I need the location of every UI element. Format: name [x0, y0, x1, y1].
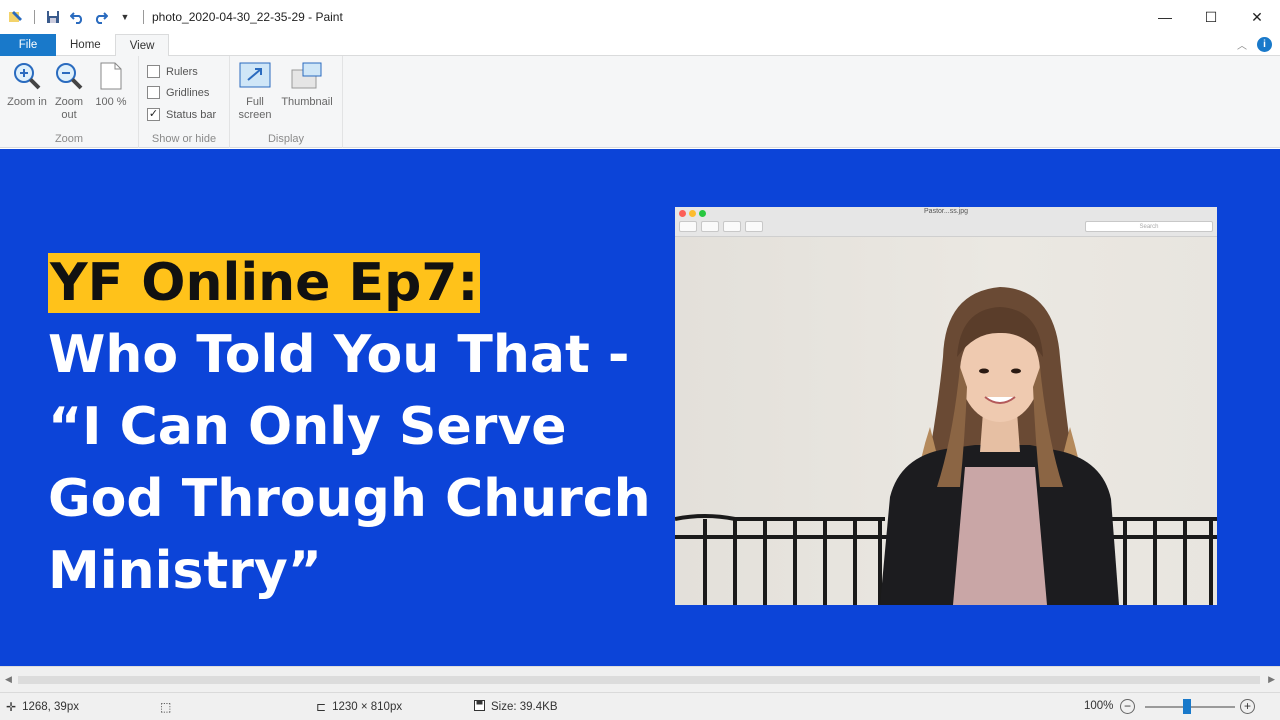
display-group-label: Display — [267, 133, 305, 145]
scroll-right-icon[interactable]: ▶ — [1268, 674, 1275, 685]
zoom-out-button[interactable]: Zoom out — [48, 60, 90, 122]
headline-line-1: YF Online Ep7: — [48, 247, 651, 319]
embedded-photo: Pastor...ss.jpg Search — [675, 207, 1217, 605]
toolbar-separator — [143, 10, 144, 24]
image-dimensions: ⊏ 1230 × 810px — [316, 700, 402, 714]
minimize-button[interactable]: — — [1142, 0, 1188, 34]
status-bar-checkbox[interactable]: ✓ — [147, 108, 160, 121]
customize-dropdown-icon[interactable]: ▼ — [117, 9, 133, 25]
tab-view[interactable]: View — [114, 34, 170, 57]
zoom-in-icon — [11, 60, 43, 92]
zoom-100-button[interactable]: 100 % — [90, 60, 132, 109]
zoom-group: Zoom in Zoom out 100 % Zoom — [0, 56, 139, 148]
page-icon — [95, 60, 127, 92]
quick-access-toolbar: ▼ — [0, 0, 146, 34]
save-icon[interactable] — [45, 9, 61, 25]
rulers-checkbox[interactable] — [147, 65, 160, 78]
file-size-value: Size: 39.4KB — [491, 701, 558, 713]
ribbon-panel: Zoom in Zoom out 100 % Zoom Rulers Gridl… — [0, 56, 1280, 148]
headline-line-2: Who Told You That - — [48, 325, 630, 385]
paint-canvas[interactable]: YF Online Ep7: Who Told You That - “I Ca… — [0, 149, 1280, 666]
maximize-button[interactable]: ☐ — [1188, 0, 1234, 34]
thumbnail-label: Thumbnail — [281, 96, 333, 108]
paint-app-icon[interactable] — [8, 9, 24, 25]
preview-window-toolbar: Pastor...ss.jpg Search — [675, 207, 1217, 237]
rulers-checkbox-row[interactable]: Rulers — [147, 65, 198, 78]
toolbar-separator — [34, 10, 35, 24]
zoom-in-tool — [723, 221, 741, 232]
gridlines-checkbox-row[interactable]: Gridlines — [147, 86, 209, 99]
zoom-level-value: 100% — [1084, 700, 1114, 712]
scroll-thumb[interactable] — [18, 676, 1260, 684]
minimize-ribbon-icon[interactable]: ︿ — [1237, 37, 1247, 52]
display-group: Full screen Thumbnail Display — [230, 56, 343, 148]
tab-file[interactable]: File — [0, 34, 56, 56]
zoom-in-button[interactable]: Zoom in — [6, 60, 48, 109]
cursor-position-value: 1268, 39px — [22, 701, 79, 713]
thumbnail-button[interactable]: Thumbnail — [280, 60, 334, 109]
undo-icon[interactable] — [69, 9, 85, 25]
ribbon-tabs: File Home View ︿ i — [0, 34, 1280, 57]
status-bar-label: Status bar — [166, 108, 217, 121]
selection-size: ⬚ — [160, 700, 171, 714]
episode-highlight: YF Online Ep7: — [48, 253, 481, 313]
zoom-slider-thumb[interactable] — [1183, 699, 1191, 714]
headline-line-4: God Through Church — [48, 469, 651, 529]
zoom-group-label: Zoom — [54, 133, 84, 145]
redo-icon[interactable] — [93, 9, 109, 25]
person-photo — [675, 287, 1217, 605]
image-size-icon: ⊏ — [316, 700, 327, 714]
show-hide-group: Rulers Gridlines ✓ Status bar Show or hi… — [139, 56, 230, 148]
preview-window-title: Pastor...ss.jpg — [924, 208, 968, 215]
full-screen-icon — [239, 60, 271, 92]
title-bar: ▼ photo_2020-04-30_22-35-29 - Paint — ☐ … — [0, 0, 1280, 34]
horizontal-scrollbar[interactable]: ◀ ▶ — [0, 666, 1280, 692]
gridlines-checkbox[interactable] — [147, 86, 160, 99]
file-size: Size: 39.4KB — [474, 700, 557, 714]
rulers-label: Rulers — [166, 65, 198, 78]
status-bar-checkbox-row[interactable]: ✓ Status bar — [147, 108, 216, 121]
status-bar: ✛ 1268, 39px ⬚ ⊏ 1230 × 810px Size: 39.4… — [0, 692, 1280, 720]
close-button[interactable]: ✕ — [1234, 0, 1280, 34]
cursor-crosshair-icon: ✛ — [6, 700, 17, 714]
zoom-out-label: Zoom out — [54, 96, 84, 121]
share-tool — [745, 221, 763, 232]
window-controls: — ☐ ✕ — [1142, 0, 1280, 34]
zoom-level: 100% — [1084, 700, 1113, 712]
cursor-position: ✛ 1268, 39px — [6, 700, 79, 714]
preview-search-field: Search — [1085, 221, 1213, 232]
photo-scene — [675, 237, 1217, 605]
selection-icon: ⬚ — [160, 700, 172, 714]
help-icon[interactable]: i — [1257, 37, 1272, 52]
scroll-left-icon[interactable]: ◀ — [5, 674, 12, 685]
zoom-in-small-icon[interactable]: + — [1240, 699, 1255, 714]
gridlines-label: Gridlines — [166, 86, 210, 99]
preview-tools: Search — [679, 221, 1213, 233]
sidebar-tool — [679, 221, 697, 232]
zoom-in-label: Zoom in — [7, 96, 47, 108]
zoom-out-tool — [701, 221, 719, 232]
image-dimensions-value: 1230 × 810px — [332, 701, 403, 713]
full-screen-label: Full screen — [238, 96, 272, 121]
zoom-100-label: 100 % — [95, 96, 127, 108]
headline-line-3: “I Can Only Serve — [48, 397, 567, 457]
thumbnail-icon — [291, 60, 323, 92]
tab-home[interactable]: Home — [56, 34, 115, 56]
headline-line-5: Ministry” — [48, 541, 322, 601]
full-screen-button[interactable]: Full screen — [234, 60, 276, 122]
zoom-out-small-icon[interactable]: − — [1120, 699, 1135, 714]
show-hide-group-label: Show or hide — [151, 133, 217, 145]
window-title: photo_2020-04-30_22-35-29 - Paint — [152, 10, 343, 24]
disk-icon — [474, 700, 485, 714]
ribbon-right-controls: ︿ i — [1237, 37, 1272, 52]
headline-text: YF Online Ep7: Who Told You That - “I Ca… — [48, 247, 651, 607]
zoom-out-icon — [53, 60, 85, 92]
